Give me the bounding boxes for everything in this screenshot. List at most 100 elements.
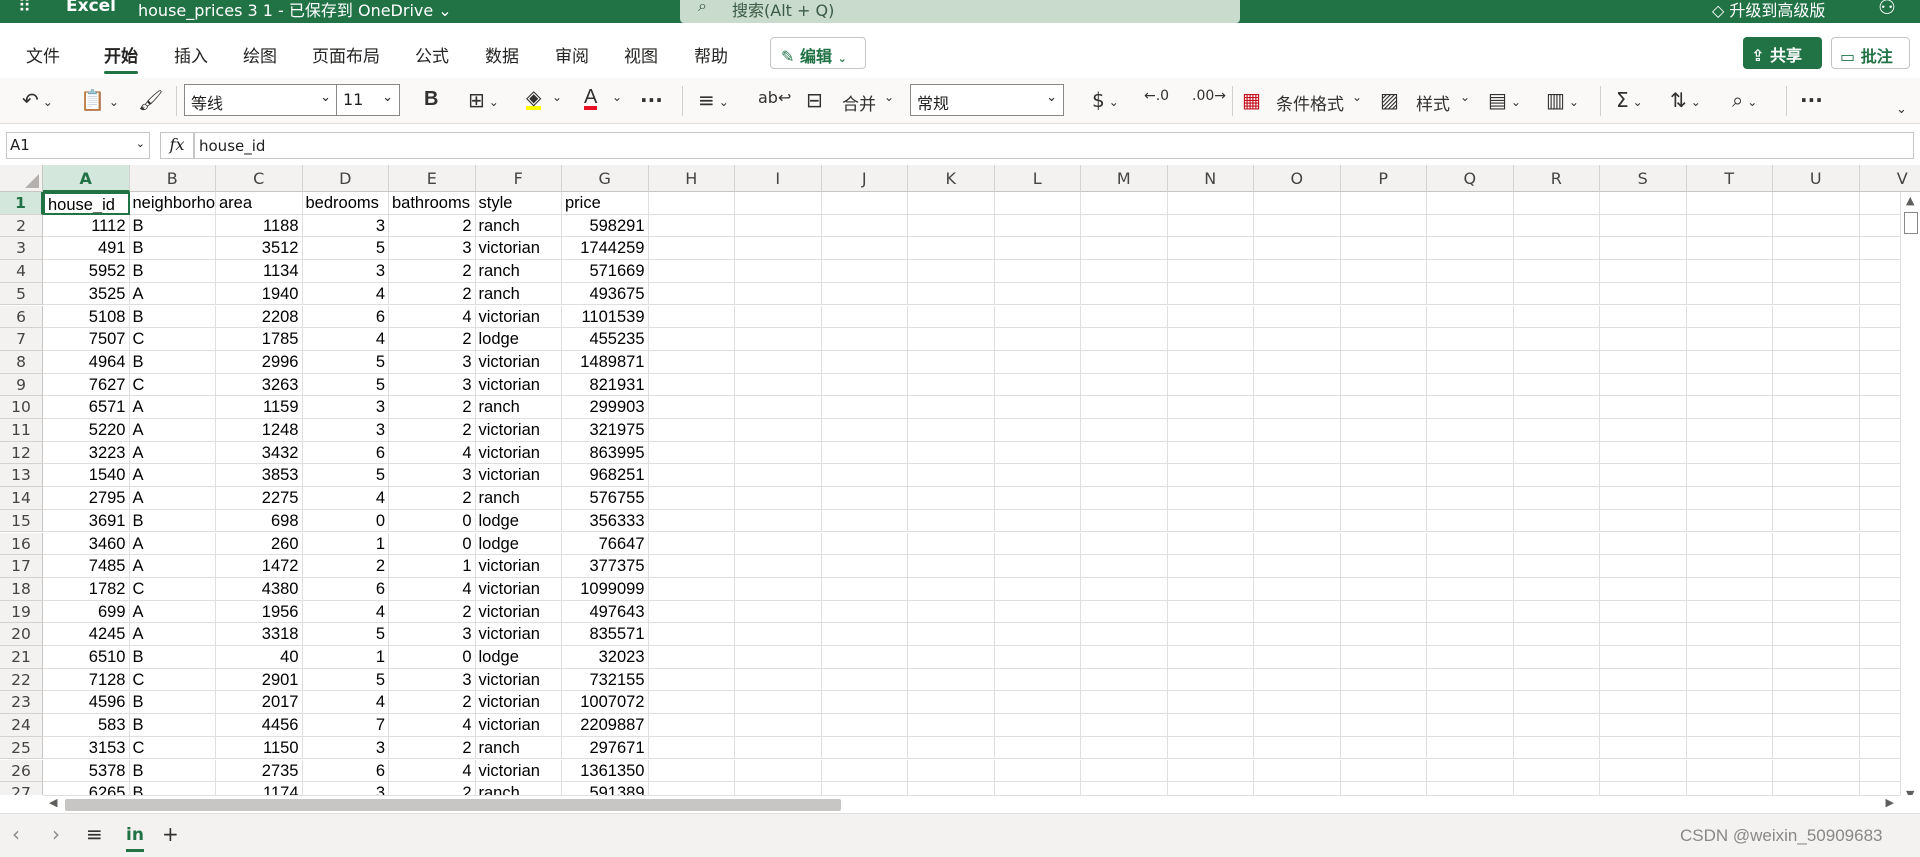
empty-cell[interactable]	[1167, 441, 1254, 465]
table-cell[interactable]: A	[129, 441, 216, 465]
empty-cell[interactable]	[735, 714, 822, 737]
empty-cell[interactable]	[1773, 328, 1860, 351]
table-cell[interactable]: 4964	[43, 350, 130, 374]
table-cell[interactable]: 1007072	[562, 691, 649, 715]
empty-cell[interactable]	[1167, 464, 1254, 488]
table-cell[interactable]: 821931	[562, 373, 649, 397]
empty-cell[interactable]	[994, 282, 1081, 306]
empty-cell[interactable]	[1167, 759, 1254, 783]
table-cell[interactable]: 2	[389, 328, 476, 351]
empty-cell[interactable]	[1513, 192, 1600, 215]
table-cell[interactable]: 260	[216, 532, 303, 556]
empty-cell[interactable]	[648, 260, 735, 283]
empty-cell[interactable]	[1773, 623, 1860, 646]
table-cell[interactable]: victorian	[475, 555, 562, 578]
table-cell[interactable]: 2017	[216, 691, 303, 715]
table-cell[interactable]: 377375	[562, 555, 649, 578]
empty-cell[interactable]	[1427, 782, 1514, 795]
tab-data[interactable]: 数据	[485, 42, 519, 67]
table-cell[interactable]: 3853	[216, 464, 303, 488]
empty-cell[interactable]	[1340, 373, 1427, 397]
empty-cell[interactable]	[648, 419, 735, 442]
empty-cell[interactable]	[648, 600, 735, 624]
empty-cell[interactable]	[735, 509, 822, 533]
table-cell[interactable]: 4	[302, 691, 389, 715]
empty-cell[interactable]	[735, 577, 822, 601]
empty-cell[interactable]	[1081, 600, 1168, 624]
number-format-select[interactable]: 常规 ⌄	[910, 84, 1064, 116]
empty-cell[interactable]	[1513, 305, 1600, 329]
font-size-select[interactable]: 11 ⌄	[336, 84, 400, 116]
table-cell[interactable]: 863995	[562, 441, 649, 465]
table-cell[interactable]: 2275	[216, 487, 303, 510]
empty-cell[interactable]	[908, 373, 995, 397]
formula-input[interactable]: house_id	[194, 132, 1914, 159]
empty-cell[interactable]	[1167, 373, 1254, 397]
empty-cell[interactable]	[1427, 691, 1514, 715]
empty-cell[interactable]	[1686, 668, 1773, 692]
column-header-f[interactable]: F	[475, 165, 562, 192]
empty-cell[interactable]	[1427, 192, 1514, 215]
table-cell[interactable]: 3	[302, 396, 389, 419]
empty-cell[interactable]	[1600, 691, 1687, 715]
empty-cell[interactable]	[1427, 487, 1514, 510]
row-header-6[interactable]: 6	[0, 305, 43, 329]
table-cell[interactable]: victorian	[475, 759, 562, 783]
empty-cell[interactable]	[1340, 623, 1427, 646]
empty-cell[interactable]	[908, 600, 995, 624]
empty-cell[interactable]	[1600, 305, 1687, 329]
empty-cell[interactable]	[1427, 646, 1514, 669]
row-header-3[interactable]: 3	[0, 237, 43, 261]
table-cell[interactable]: victorian	[475, 350, 562, 374]
empty-cell[interactable]	[1340, 532, 1427, 556]
empty-cell[interactable]	[1686, 623, 1773, 646]
empty-cell[interactable]	[1427, 714, 1514, 737]
table-cell[interactable]: 3223	[43, 441, 130, 465]
table-cell[interactable]: 0	[389, 646, 476, 669]
empty-cell[interactable]	[908, 714, 995, 737]
empty-cell[interactable]	[1167, 623, 1254, 646]
empty-cell[interactable]	[1686, 396, 1773, 419]
table-cell[interactable]: 1	[389, 555, 476, 578]
empty-cell[interactable]	[1513, 373, 1600, 397]
empty-cell[interactable]	[1513, 577, 1600, 601]
empty-cell[interactable]	[1254, 782, 1341, 795]
user-account-icon[interactable]: ⚇	[1878, 0, 1896, 19]
empty-cell[interactable]	[735, 782, 822, 795]
table-cell[interactable]: 3691	[43, 509, 130, 533]
empty-cell[interactable]	[1081, 577, 1168, 601]
table-cell[interactable]: 2	[389, 487, 476, 510]
empty-cell[interactable]	[735, 396, 822, 419]
share-button[interactable]: ⇪ 共享	[1743, 37, 1822, 69]
autosum-icon[interactable]: Σ ⌄	[1616, 88, 1643, 112]
table-cell[interactable]: 5	[302, 373, 389, 397]
empty-cell[interactable]	[1254, 509, 1341, 533]
table-cell[interactable]: 4245	[43, 623, 130, 646]
empty-cell[interactable]	[1513, 646, 1600, 669]
empty-cell[interactable]	[1600, 782, 1687, 795]
empty-cell[interactable]	[1167, 600, 1254, 624]
empty-cell[interactable]	[908, 623, 995, 646]
empty-cell[interactable]	[1686, 419, 1773, 442]
empty-cell[interactable]	[821, 600, 908, 624]
empty-cell[interactable]	[908, 577, 995, 601]
table-cell[interactable]: 571669	[562, 260, 649, 283]
empty-cell[interactable]	[1340, 282, 1427, 306]
empty-cell[interactable]	[1773, 600, 1860, 624]
empty-cell[interactable]	[1081, 464, 1168, 488]
table-cell[interactable]: 3460	[43, 532, 130, 556]
empty-cell[interactable]	[1081, 214, 1168, 238]
empty-cell[interactable]	[1773, 509, 1860, 533]
empty-cell[interactable]	[1427, 328, 1514, 351]
select-all-corner[interactable]	[0, 165, 43, 192]
empty-cell[interactable]	[1254, 487, 1341, 510]
empty-cell[interactable]	[908, 646, 995, 669]
table-cell[interactable]: 1361350	[562, 759, 649, 783]
column-header-l[interactable]: L	[994, 165, 1081, 192]
empty-cell[interactable]	[1513, 714, 1600, 737]
table-cell[interactable]: 5	[302, 464, 389, 488]
table-cell[interactable]: 5378	[43, 759, 130, 783]
header-cell[interactable]: bathrooms	[389, 192, 476, 215]
font-name-select[interactable]: 等线 ⌄	[184, 84, 338, 116]
empty-cell[interactable]	[1340, 691, 1427, 715]
